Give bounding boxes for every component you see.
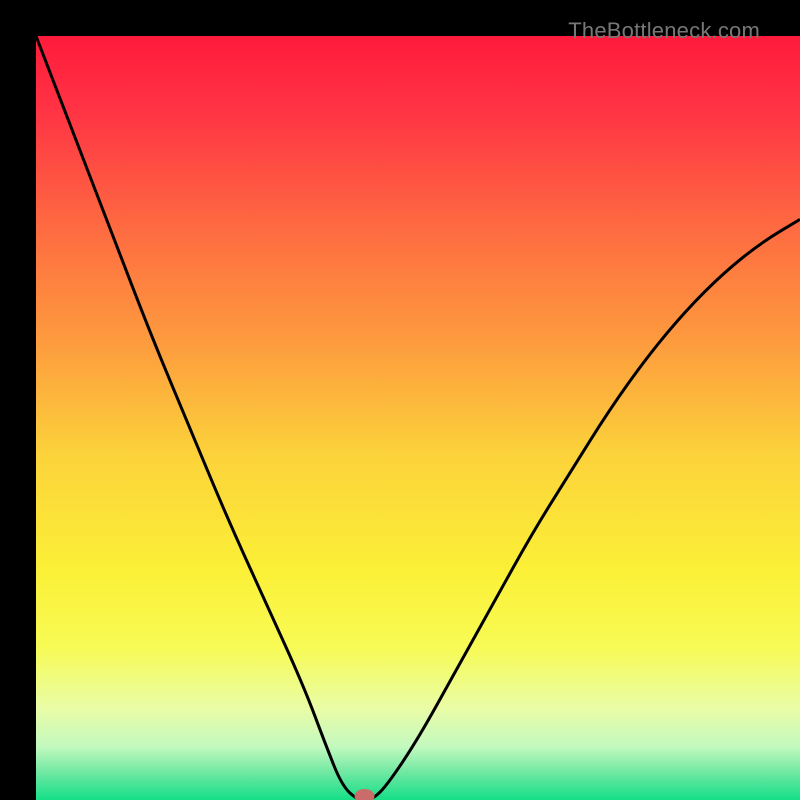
chart-canvas xyxy=(36,36,800,800)
gradient-background xyxy=(36,36,800,800)
watermark-text: TheBottleneck.com xyxy=(568,18,760,44)
chart-frame: TheBottleneck.com xyxy=(0,0,800,800)
